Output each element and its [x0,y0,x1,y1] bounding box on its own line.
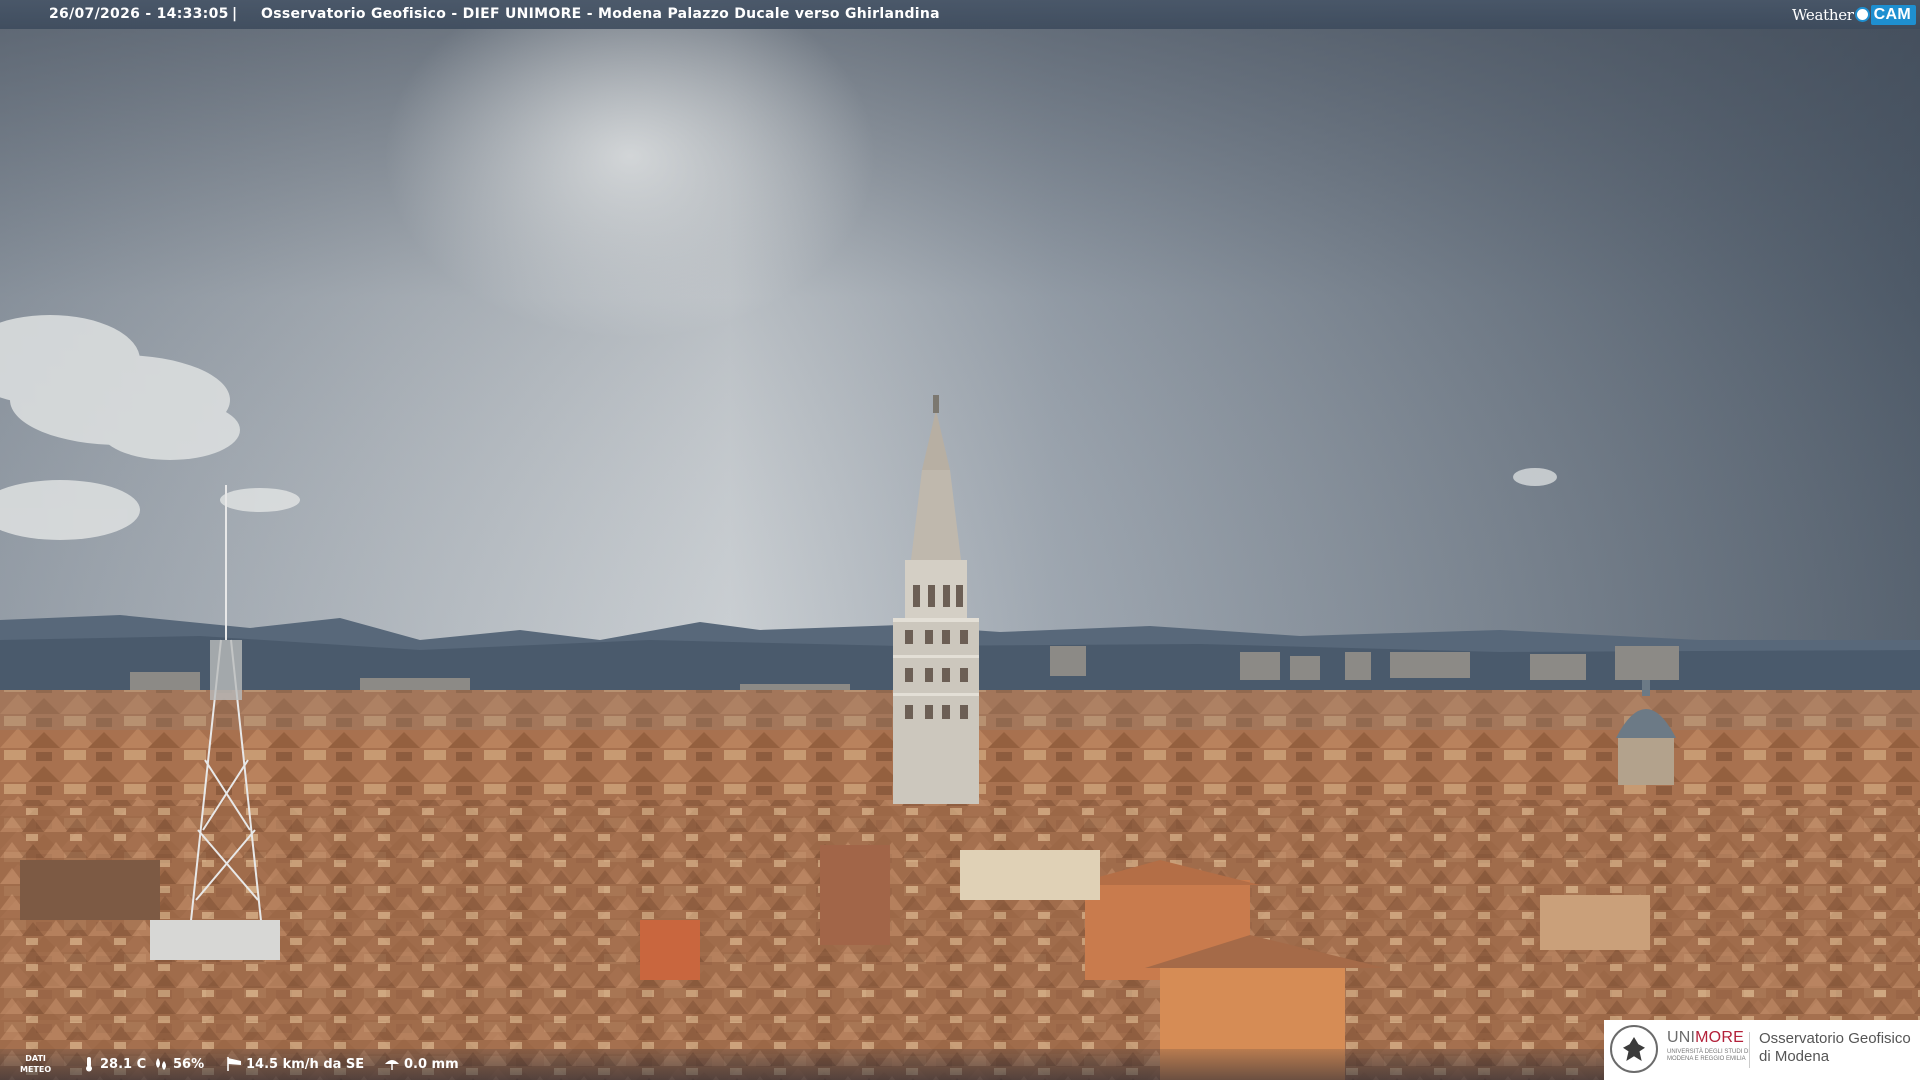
brand-weather-text: Weather [1792,5,1854,24]
uni-sub-line-2: MODENA E REGGIO EMILIA [1667,1056,1746,1062]
unimore-wordmark: UNIMORE [1667,1029,1744,1047]
unimore-subtitle: UNIVERSITÀ DEGLI STUDI DI MODENA E REGGI… [1667,1049,1750,1063]
humidity-reading: 56% [153,1056,204,1072]
brand-cam-text: CAM [1870,4,1916,25]
thermometer-icon [86,1057,92,1072]
humidity-drops-icon [156,1058,166,1070]
observatory-line-2: di Modena [1759,1048,1830,1065]
label-line-2: METEO [20,1065,52,1074]
weather-section-label: DATI METEO [20,1053,51,1075]
humidity-value: 56% [173,1056,205,1072]
label-line-1: DATI [25,1054,46,1063]
wind-sock-icon [227,1057,241,1071]
temperature-reading: 28.1 C [82,1056,146,1072]
uni-sub-line-1: UNIVERSITÀ DEGLI STUDI DI [1667,1049,1751,1055]
brand-dot-icon [1854,7,1870,22]
observatory-line-1: Osservatorio Geofisico [1759,1030,1911,1047]
uni-prefix: UNI [1667,1029,1696,1046]
rain-value: 0.0 mm [404,1056,459,1072]
title-separator: | [232,6,238,22]
rain-gauge-icon [385,1060,399,1070]
uni-suffix: MORE [1695,1029,1744,1046]
university-seal-icon [1610,1025,1658,1073]
wind-value: 14.5 km/h da SE [246,1056,365,1072]
weathercam-logo: Weather CAM [1792,3,1916,26]
timestamp: 26/07/2026 - 14:33:05 [49,6,229,22]
observatory-name: Osservatorio Geofisico di Modena [1759,1030,1911,1066]
camera-info-bar: 26/07/2026 - 14:33:05 | Osservatorio Geo… [0,0,1920,29]
webcam-photo [0,0,1920,1080]
wind-reading: 14.5 km/h da SE [226,1056,364,1072]
unimore-logo-box: UNIMORE UNIVERSITÀ DEGLI STUDI DI MODENA… [1604,1020,1920,1080]
rain-reading: 0.0 mm [384,1056,459,1072]
camera-title: Osservatorio Geofisico - DIEF UNIMORE - … [261,6,940,22]
temperature-value: 28.1 C [100,1056,147,1072]
logo-divider [1749,1032,1750,1068]
